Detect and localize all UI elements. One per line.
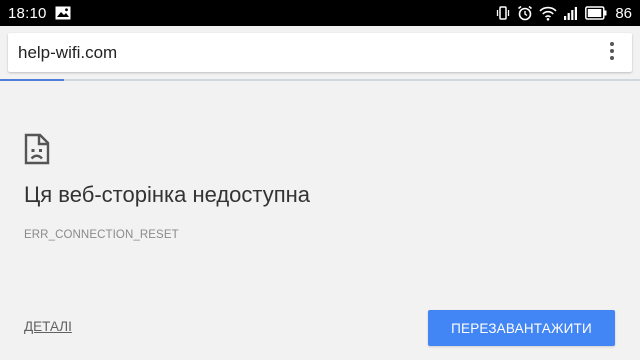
details-link[interactable]: ДЕТАЛІ bbox=[24, 319, 72, 334]
image-notification-icon bbox=[55, 6, 71, 20]
menu-button[interactable] bbox=[594, 35, 630, 71]
omnibox[interactable]: help-wifi.com bbox=[8, 33, 632, 72]
vibrate-icon bbox=[495, 5, 511, 21]
battery-percent: 86 bbox=[615, 4, 632, 22]
status-right: 86 bbox=[495, 5, 640, 22]
error-title: Ця веб-сторінка недоступна bbox=[24, 182, 311, 207]
browser-toolbar: help-wifi.com bbox=[0, 26, 640, 78]
error-code: ERR_CONNECTION_RESET bbox=[24, 229, 179, 241]
status-left: 18:10 bbox=[0, 5, 71, 22]
more-vert-icon[interactable] bbox=[609, 41, 615, 65]
reload-button[interactable]: ПЕРЕЗАВАНТАЖИТИ bbox=[428, 310, 615, 346]
error-page: Ця веб-сторінка недоступна ERR_CONNECTIO… bbox=[0, 81, 640, 360]
url-text[interactable]: help-wifi.com bbox=[18, 43, 594, 63]
status-time: 18:10 bbox=[8, 4, 47, 22]
sad-page-icon bbox=[24, 133, 50, 169]
wifi-icon bbox=[539, 5, 557, 21]
status-bar: 18:10 86 bbox=[0, 0, 640, 26]
battery-icon bbox=[585, 6, 607, 20]
browser-screen: 18:10 86 help-wifi.com Ця веб-сторінка н… bbox=[0, 0, 640, 360]
signal-icon bbox=[563, 5, 579, 21]
alarm-icon bbox=[517, 5, 533, 21]
